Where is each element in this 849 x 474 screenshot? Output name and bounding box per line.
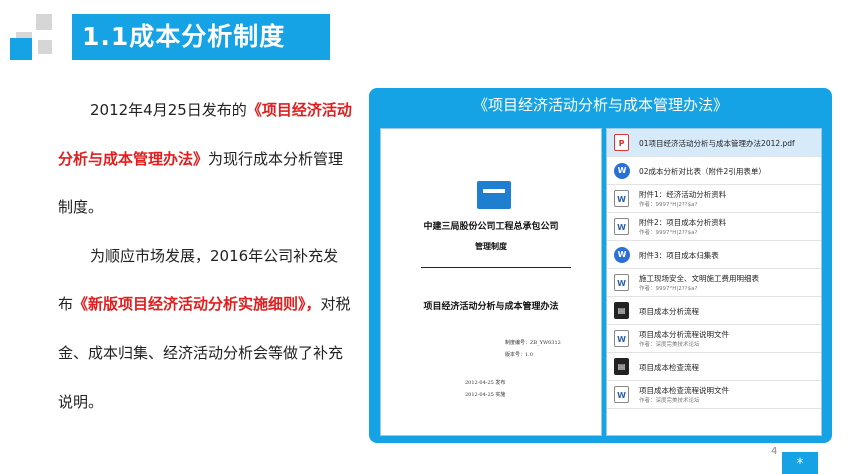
file-author: 作者：9997°H|2??$a? bbox=[639, 286, 698, 292]
file-item[interactable]: W 项目成本检查流程说明文件 作者：深度完美技术论坛 bbox=[607, 381, 821, 409]
p2-highlight: 《新版项目经济活动分析实施细则》， bbox=[73, 295, 321, 314]
file-name: 02成本分析对比表（附件2引用表单） bbox=[639, 167, 766, 176]
document-preview: 中建三局股份公司工程总承包公司 管理制度 项目经济活动分析与成本管理办法 制度编… bbox=[380, 128, 602, 436]
panel-title: 《项目经济活动分析与成本管理办法》 bbox=[472, 96, 728, 114]
file-item[interactable]: W 施工现场安全、文明施工费用明细表 作者：9997°H|2??$a? bbox=[607, 269, 821, 297]
file-name: 项目成本检查流程 bbox=[639, 363, 699, 372]
word-doc-icon: W bbox=[614, 274, 629, 291]
file-list: P 01项目经济活动分析与成本管理办法2012.pdf W 02成本分析对比表（… bbox=[606, 128, 822, 436]
page-title: 1.1成本分析制度 bbox=[72, 14, 330, 60]
word-doc-icon: W bbox=[614, 386, 629, 403]
body-text: 2012年4月25日发布的《项目经济活动分析与成本管理办法》为现行成本分析管理制… bbox=[58, 86, 353, 426]
paragraph-1: 2012年4月25日发布的《项目经济活动分析与成本管理办法》为现行成本分析管理制… bbox=[58, 86, 353, 232]
flowchart-icon: ▤ bbox=[614, 302, 629, 319]
decor-square-blue bbox=[10, 38, 32, 60]
file-name: 附件2：项目成本分析资料 bbox=[639, 218, 727, 227]
doc-date-impl: 2012-04-25 实施 bbox=[465, 392, 506, 398]
file-item[interactable]: ▤ 项目成本分析流程 bbox=[607, 297, 821, 325]
doc-divider bbox=[421, 267, 571, 268]
file-item[interactable]: W 项目成本分析流程说明文件 作者：深度完美技术论坛 bbox=[607, 325, 821, 353]
file-name: 01项目经济活动分析与成本管理办法2012.pdf bbox=[639, 139, 795, 148]
file-item[interactable]: W 02成本分析对比表（附件2引用表单） bbox=[607, 157, 821, 185]
file-author: 作者：9997°H|2??$a? bbox=[639, 202, 698, 208]
file-name: 附件3：项目成本归集表 bbox=[639, 251, 719, 260]
file-item[interactable]: W 附件2：项目成本分析资料 作者：9997°H|2??$a? bbox=[607, 213, 821, 241]
word-doc-icon: W bbox=[614, 330, 629, 347]
file-author: 作者：深度完美技术论坛 bbox=[639, 342, 700, 348]
file-name: 施工现场安全、文明施工费用明细表 bbox=[639, 274, 759, 283]
doc-code: 制度编号：ZB_YW0312 bbox=[505, 340, 561, 346]
doc-company: 中建三局股份公司工程总承包公司 bbox=[423, 222, 559, 232]
doc-date-issue: 2012-04-25 发布 bbox=[465, 380, 506, 386]
page-number: 4 bbox=[771, 446, 778, 457]
decor-square-gray-right bbox=[38, 40, 52, 54]
file-name: 项目成本分析流程 bbox=[639, 307, 699, 316]
wps-icon: W bbox=[614, 163, 630, 179]
document-panel: 《项目经济活动分析与成本管理办法》 中建三局股份公司工程总承包公司 管理制度 项… bbox=[369, 88, 832, 443]
doc-version: 版本号：1.0 bbox=[505, 352, 533, 358]
doc-title: 项目经济活动分析与成本管理办法 bbox=[423, 302, 559, 312]
word-doc-icon: W bbox=[614, 190, 629, 207]
file-item[interactable]: P 01项目经济活动分析与成本管理办法2012.pdf bbox=[607, 129, 821, 157]
doc-subtitle: 管理制度 bbox=[475, 242, 507, 251]
file-author: 作者：9997°H|2??$a? bbox=[639, 230, 698, 236]
company-logo-icon bbox=[477, 181, 511, 209]
file-item[interactable]: W 附件1：经济活动分析资料 作者：9997°H|2??$a? bbox=[607, 185, 821, 213]
wps-icon: W bbox=[614, 247, 630, 263]
flowchart-icon: ▤ bbox=[614, 358, 629, 375]
file-item[interactable]: ▤ 项目成本检查流程 bbox=[607, 353, 821, 381]
file-name: 附件1：经济活动分析资料 bbox=[639, 190, 727, 199]
file-author: 作者：深度完美技术论坛 bbox=[639, 398, 700, 404]
file-name: 项目成本检查流程说明文件 bbox=[639, 386, 729, 395]
word-doc-icon: W bbox=[614, 218, 629, 235]
file-name: 项目成本分析流程说明文件 bbox=[639, 330, 729, 339]
p1-text-a: 2012年4月25日发布的 bbox=[90, 101, 247, 119]
file-item[interactable]: W 附件3：项目成本归集表 bbox=[607, 241, 821, 269]
pdf-icon: P bbox=[614, 134, 629, 151]
star-badge: * bbox=[782, 452, 818, 474]
paragraph-2: 为顺应市场发展，2016年公司补充发布《新版项目经济活动分析实施细则》，对税金、… bbox=[58, 232, 353, 426]
decor-square-gray-top bbox=[36, 14, 52, 30]
